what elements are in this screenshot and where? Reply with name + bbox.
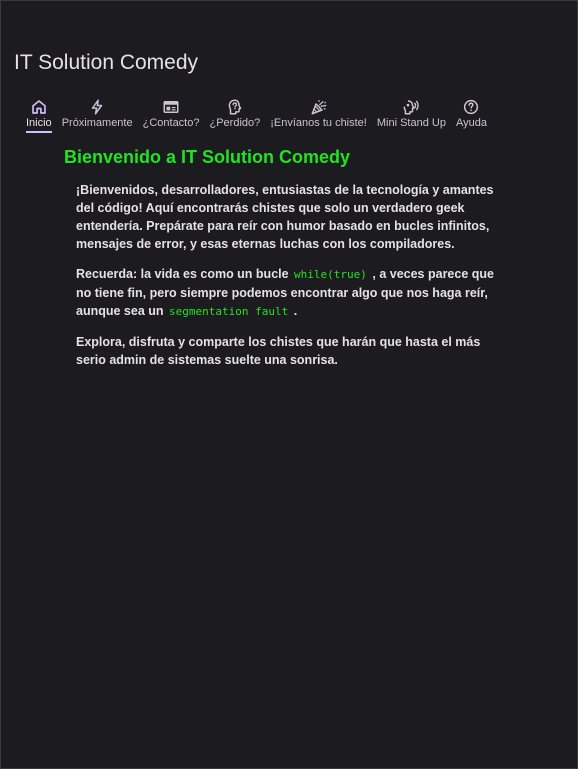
home-icon — [30, 98, 48, 116]
nav-item-contacto[interactable]: ¿Contacto? — [138, 98, 205, 131]
lightning-icon — [88, 98, 106, 116]
nav-label-ayuda: Ayuda — [455, 117, 487, 129]
voice-icon — [402, 98, 420, 116]
nav-item-envianos[interactable]: ¡Envíanos tu chiste! — [265, 98, 372, 131]
reminder-text-start: Recuerda: la vida es como un bucle — [76, 267, 293, 281]
confused-head-icon — [226, 98, 244, 116]
nav-label-envianos: ¡Envíanos tu chiste! — [270, 117, 367, 129]
nav-item-mini-stand-up[interactable]: Mini Stand Up — [372, 98, 451, 131]
nav-item-proximamente[interactable]: Próximamente — [57, 98, 138, 131]
nav-label-mini-stand-up: Mini Stand Up — [376, 117, 446, 129]
contact-card-icon — [162, 98, 180, 116]
celebration-icon — [310, 98, 328, 116]
welcome-content: ¡Bienvenidos, desarrolladores, entusiast… — [76, 181, 506, 381]
reminder-paragraph: Recuerda: la vida es como un bucle while… — [76, 265, 506, 321]
app-title: IT Solution Comedy — [14, 51, 199, 74]
reminder-text-end: . — [290, 304, 298, 318]
nav-label-inicio: Inicio — [26, 117, 52, 133]
help-icon — [462, 98, 480, 116]
nav-label-perdido: ¿Perdido? — [209, 117, 261, 129]
nav-item-inicio[interactable]: Inicio — [21, 98, 57, 133]
segfault-code: segmentation fault — [169, 305, 289, 318]
nav-label-proximamente: Próximamente — [61, 117, 133, 129]
nav-label-contacto: ¿Contacto? — [142, 117, 200, 129]
intro-paragraph: ¡Bienvenidos, desarrolladores, entusiast… — [76, 183, 494, 251]
main-nav: Inicio Próximamente ¿Contacto? ¿Perdido?… — [21, 98, 492, 133]
welcome-heading: Bienvenido a IT Solution Comedy — [64, 147, 351, 167]
nav-item-perdido[interactable]: ¿Perdido? — [204, 98, 265, 131]
while-true-code: while(true) — [294, 268, 367, 281]
explore-paragraph: Explora, disfruta y comparte los chistes… — [76, 335, 481, 367]
nav-item-ayuda[interactable]: Ayuda — [451, 98, 492, 131]
